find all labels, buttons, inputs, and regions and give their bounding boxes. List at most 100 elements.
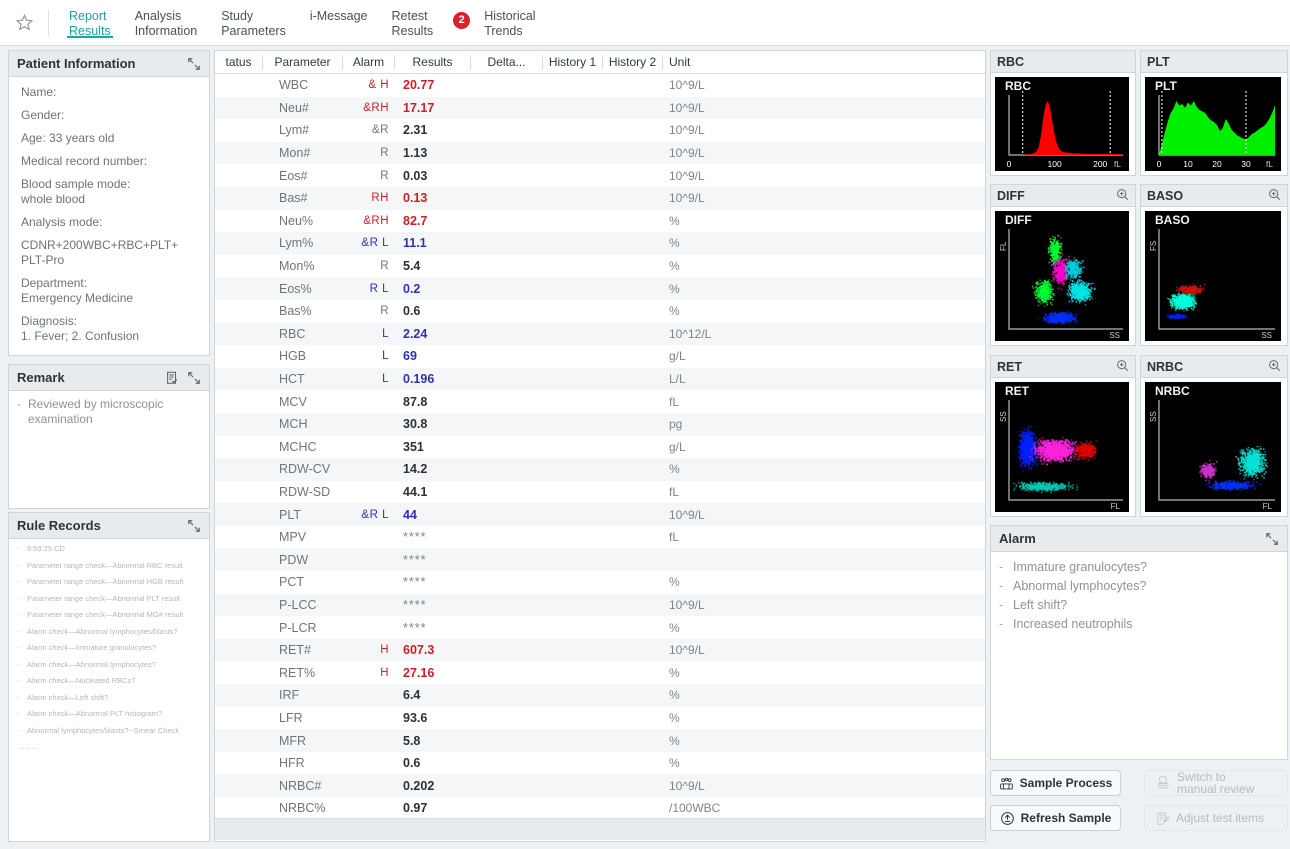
graph-canvas-diff[interactable]: DIFFFLSS (995, 211, 1129, 341)
cell-unit: L/L (663, 368, 985, 391)
cell-result: 44 (395, 503, 471, 526)
graph-panel-baso: BASOBASOFSSS (1140, 184, 1288, 346)
table-row[interactable]: Lym%&R L11.1% (215, 232, 985, 255)
tab-retest-results[interactable]: Retest Results (380, 0, 446, 46)
expand-icon[interactable] (187, 519, 201, 533)
tab-label: Analysis Information (135, 5, 198, 39)
table-row[interactable]: PLT&R L4410^9/L (215, 503, 985, 526)
magnify-icon[interactable] (1116, 359, 1129, 375)
table-row[interactable]: PCT****% (215, 571, 985, 594)
expand-icon[interactable] (1265, 532, 1279, 546)
cell-alarm (343, 458, 395, 481)
cell-parameter: Mon% (263, 255, 343, 278)
cell-result: 351 (395, 436, 471, 459)
table-row[interactable]: Eos%R L0.2% (215, 277, 985, 300)
cell-result: 82.7 (395, 210, 471, 233)
cell-status (215, 774, 263, 797)
column-header-parameter[interactable]: Parameter (263, 55, 343, 70)
tab-analysis-information[interactable]: Analysis Information (123, 0, 210, 46)
graph-panel-rbc: RBCRBC0100200fL (990, 50, 1136, 176)
graph-header-ret: RET (991, 356, 1135, 378)
cell-unit: % (663, 616, 985, 639)
graph-canvas-nrbc[interactable]: NRBCSSFL (1145, 382, 1281, 512)
switch-to-manual-review-label: Switch to manual review (1177, 771, 1254, 795)
table-row[interactable]: RDW-SD44.1fL (215, 481, 985, 504)
cell-delta (471, 752, 543, 775)
table-row[interactable]: RET#H607.310^9/L (215, 639, 985, 662)
cell-history2 (603, 255, 663, 278)
magnify-icon[interactable] (1268, 188, 1281, 204)
cell-delta (471, 187, 543, 210)
table-row[interactable]: Eos#R0.0310^9/L (215, 164, 985, 187)
table-row[interactable]: LFR93.6% (215, 707, 985, 730)
column-header-unit[interactable]: Unit (663, 55, 985, 70)
svg-text:0: 0 (1157, 159, 1162, 169)
table-row[interactable]: IRF6.4% (215, 684, 985, 707)
column-header-history-1[interactable]: History 1 (543, 55, 603, 70)
tab-study-parameters[interactable]: Study Parameters (209, 0, 298, 46)
column-header-results[interactable]: Results (395, 55, 471, 70)
cell-alarm: R (343, 300, 395, 323)
cell-history2 (603, 571, 663, 594)
cell-status (215, 323, 263, 346)
svg-text:10: 10 (1183, 159, 1193, 169)
table-row[interactable]: HGBL69g/L (215, 345, 985, 368)
cell-history1 (543, 729, 603, 752)
magnify-icon[interactable] (1268, 359, 1281, 375)
table-row[interactable]: Bas#RH0.1310^9/L (215, 187, 985, 210)
graph-panel-ret: RET RETSSFL (990, 355, 1136, 517)
table-row[interactable]: MPV****fL (215, 526, 985, 549)
tab-i-message[interactable]: i-Message (298, 0, 380, 46)
expand-icon[interactable] (187, 57, 201, 71)
expand-icon[interactable] (187, 371, 201, 385)
cell-unit: % (663, 232, 985, 255)
table-row[interactable]: MCH30.8pg (215, 413, 985, 436)
edit-note-icon[interactable] (165, 371, 179, 385)
table-row[interactable]: Mon%R5.4% (215, 255, 985, 278)
tab-historical-trends[interactable]: Historical Trends (472, 0, 547, 46)
refresh-sample-button[interactable]: Refresh Sample (990, 805, 1121, 831)
cell-delta (471, 526, 543, 549)
graph-canvas-plt[interactable]: PLT0102030fL (1145, 77, 1281, 171)
magnify-icon[interactable] (1116, 188, 1129, 204)
tab-report-results[interactable]: Report Results (57, 0, 123, 46)
rule-record-label: Alarm check—Left shift? (27, 693, 108, 703)
graph-canvas-baso[interactable]: BASOFSSS (1145, 211, 1281, 341)
favorite-star-icon[interactable] (0, 1, 48, 45)
table-row[interactable]: HCTL0.196L/L (215, 368, 985, 391)
cell-result: 11.1 (395, 232, 471, 255)
table-row[interactable]: PDW**** (215, 548, 985, 571)
table-row[interactable]: P-LCR****% (215, 616, 985, 639)
cell-result: 0.2 (395, 277, 471, 300)
bullet-dash-icon: - (17, 643, 27, 653)
cell-parameter: PCT (263, 571, 343, 594)
bullet-dash-icon: - (17, 660, 27, 670)
graph-canvas-ret[interactable]: RETSSFL (995, 382, 1129, 512)
sample-process-button[interactable]: Sample Process (990, 770, 1121, 796)
column-header-tatus[interactable]: tatus (215, 55, 263, 70)
column-header-alarm[interactable]: Alarm (343, 55, 395, 70)
graph-canvas-rbc[interactable]: RBC0100200fL (995, 77, 1129, 171)
table-row[interactable]: RDW-CV14.2% (215, 458, 985, 481)
table-row[interactable]: Neu%&RH82.7% (215, 210, 985, 233)
table-row[interactable]: Bas%R0.6% (215, 300, 985, 323)
table-row[interactable]: RBCL2.2410^12/L (215, 323, 985, 346)
column-header-history-2[interactable]: History 2 (603, 55, 663, 70)
cell-result: 2.31 (395, 119, 471, 142)
remark-list: -Reviewed by microscopic examination (9, 391, 209, 437)
table-row[interactable]: MFR5.8% (215, 729, 985, 752)
table-row[interactable]: Neu#&RH17.1710^9/L (215, 97, 985, 120)
table-row[interactable]: NRBC#0.20210^9/L (215, 774, 985, 797)
table-row[interactable]: Lym#&R2.3110^9/L (215, 119, 985, 142)
table-row[interactable]: P-LCC****10^9/L (215, 594, 985, 617)
column-header-delta[interactable]: Delta... (471, 55, 543, 70)
table-row[interactable]: HFR0.6% (215, 752, 985, 775)
table-row[interactable]: WBC& H20.7710^9/L (215, 74, 985, 97)
rule-record-item: -Parameter range check—Abnormal PLT resu… (17, 594, 201, 604)
table-row[interactable]: NRBC%0.97/100WBC (215, 797, 985, 818)
table-row[interactable]: MCV87.8fL (215, 390, 985, 413)
table-row[interactable]: RET%H27.16% (215, 661, 985, 684)
table-row[interactable]: Mon#R1.1310^9/L (215, 142, 985, 165)
table-row[interactable]: MCHC351g/L (215, 436, 985, 459)
cell-parameter: Mon# (263, 142, 343, 165)
